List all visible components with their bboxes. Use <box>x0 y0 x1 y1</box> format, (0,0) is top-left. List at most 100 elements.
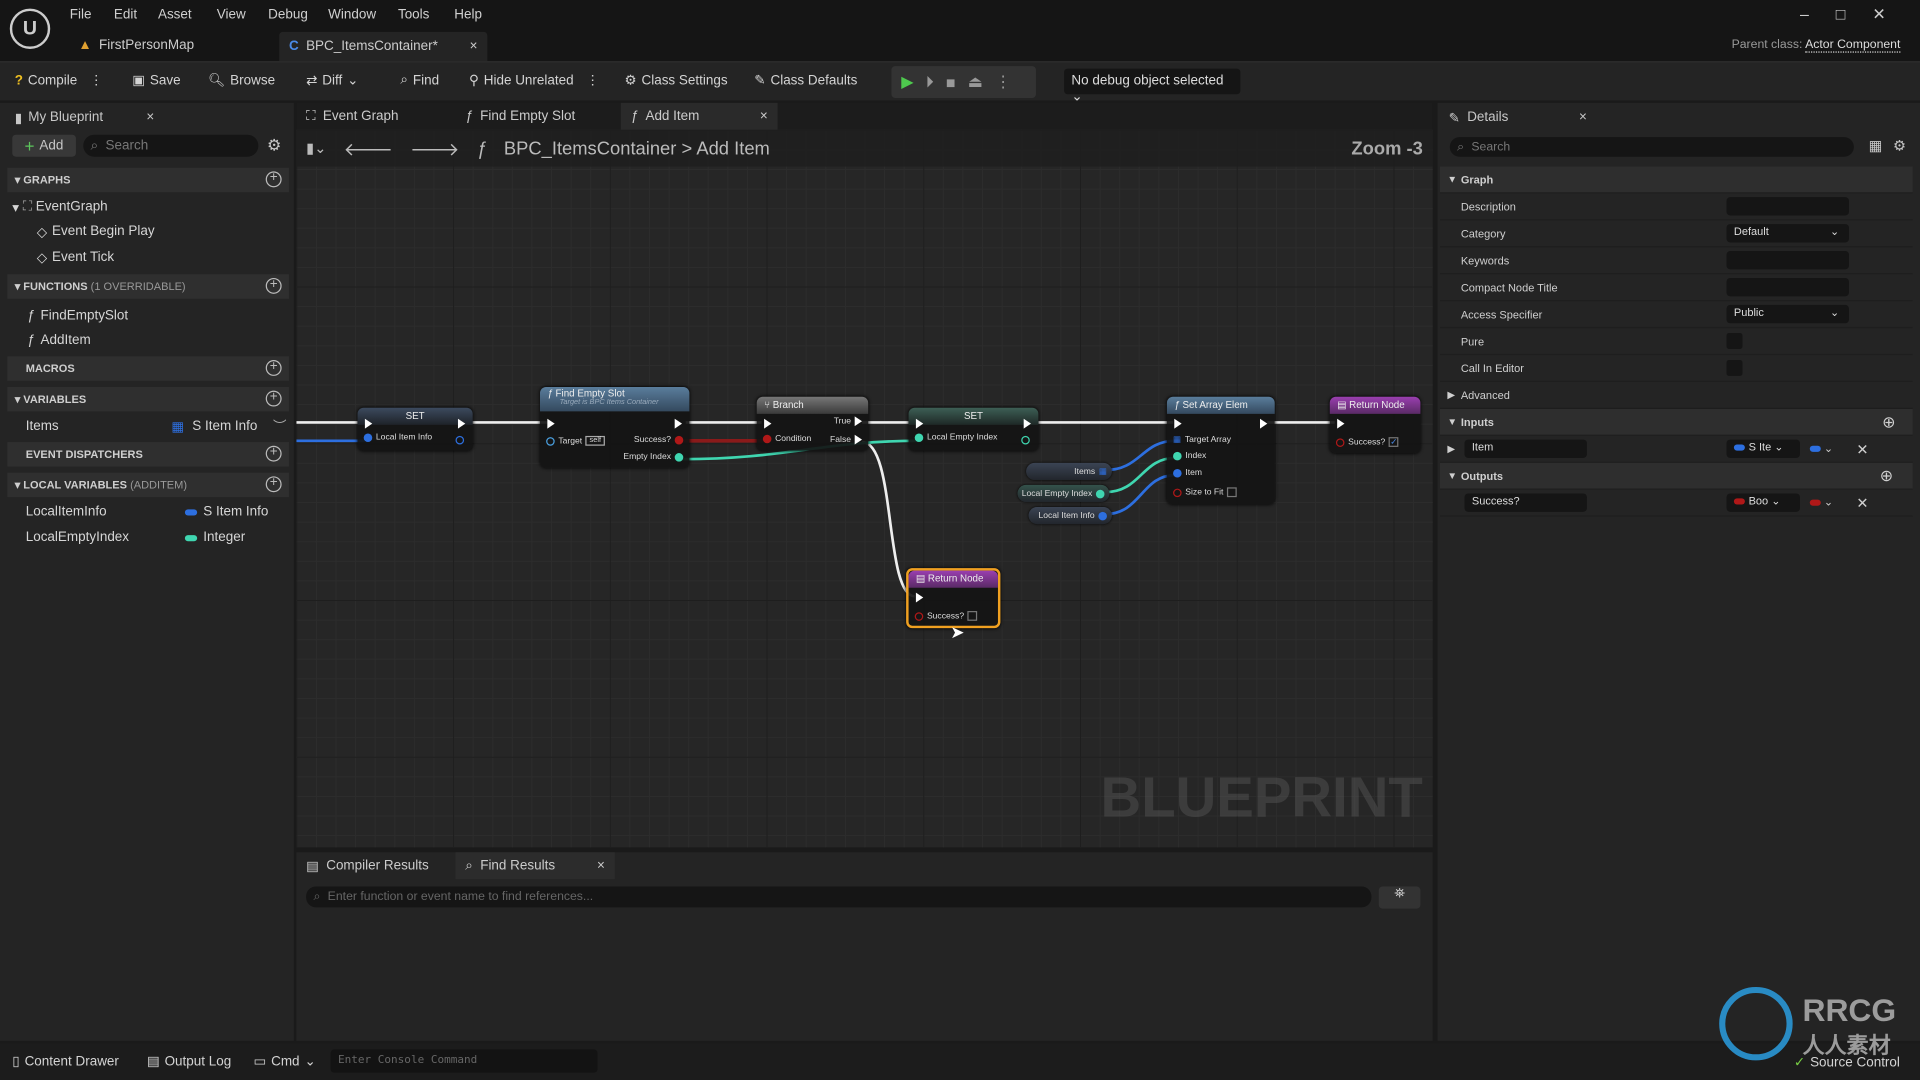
maximize-icon[interactable]: □ <box>1836 5 1873 23</box>
tab-compiler-results[interactable]: ▤ Compiler Results <box>296 852 438 879</box>
menu-edit[interactable]: Edit <box>114 7 137 22</box>
get-local-empty-index-node[interactable]: Local Empty Index <box>1017 484 1110 503</box>
menu-asset[interactable]: Asset <box>158 7 192 22</box>
tab-find-empty-slot[interactable]: ƒ Find Empty Slot <box>456 103 586 130</box>
pin-empty-index[interactable]: Empty Index <box>623 453 684 462</box>
local-variable-localiteminfo[interactable]: LocalItemInfo S Item Info <box>7 500 289 524</box>
int-pin-icon[interactable] <box>1095 489 1105 498</box>
set-node-local-item-info[interactable]: SET Local Item Info <box>357 407 473 451</box>
input-name-field[interactable]: Item <box>1464 439 1587 458</box>
more-icon[interactable]: ⋮ <box>586 72 599 88</box>
expand-arrow-icon[interactable]: ▶ <box>1447 443 1455 454</box>
pin-local-item-info[interactable]: Local Item Info <box>363 433 432 443</box>
add-macro-icon[interactable]: + <box>265 359 282 376</box>
cmd-select[interactable]: ▭ Cmd ⌄ <box>253 1053 315 1069</box>
close-icon[interactable]: × <box>146 110 154 125</box>
exec-out-pin[interactable] <box>457 418 466 429</box>
hide-unrelated-button[interactable]: ⚲ Hide Unrelated ⋮ <box>469 72 599 88</box>
output-type-select[interactable]: Boo ⌄ <box>1726 493 1801 512</box>
menu-tools[interactable]: Tools <box>398 7 429 22</box>
get-items-node[interactable]: Items ▦ <box>1026 462 1112 481</box>
struct-out-pin[interactable] <box>455 435 465 445</box>
set-array-elem-node[interactable]: ƒ Set Array Elem ▦ Target Array Index Ite… <box>1166 396 1275 505</box>
pin-target[interactable]: Target self <box>546 435 605 446</box>
description-input[interactable] <box>1726 197 1849 216</box>
menu-view[interactable]: View <box>217 7 246 22</box>
close-window-icon[interactable]: ✕ <box>1872 5 1912 23</box>
remove-input-icon[interactable]: ✕ <box>1856 440 1868 457</box>
close-icon[interactable]: × <box>760 109 768 124</box>
function-item-additem[interactable]: ƒ AddItem <box>7 328 289 352</box>
compact-title-input[interactable] <box>1726 277 1849 297</box>
exec-in-pin[interactable] <box>547 418 555 429</box>
tree-item-eventgraph[interactable]: ▾ ⛶ EventGraph <box>7 195 289 219</box>
eject-icon[interactable]: ⏏ <box>968 72 983 92</box>
chevron-down-icon[interactable]: ⌄ <box>1830 225 1839 238</box>
branch-node[interactable]: ⑂ Branch True Condition False <box>756 396 869 451</box>
category-combo[interactable]: Default ⌄ <box>1726 224 1849 243</box>
more-icon[interactable]: ⋮ <box>90 72 103 88</box>
pin-size-to-fit[interactable]: Size to Fit <box>1173 487 1237 498</box>
more-icon[interactable]: ⋮ <box>995 72 1011 92</box>
find-in-all-blueprints-button[interactable]: ⛯ <box>1378 886 1421 909</box>
pin-success[interactable]: Success? <box>914 611 978 621</box>
find-empty-slot-node[interactable]: ƒ Find Empty Slot Target is BPC Items Con… <box>540 386 690 468</box>
close-icon[interactable]: × <box>470 39 478 54</box>
exec-in-pin[interactable] <box>364 418 373 429</box>
exec-in-pin[interactable] <box>915 418 924 429</box>
details-tab[interactable]: ✎ Details × <box>1442 105 1597 130</box>
find-references-input[interactable]: ⌕ Enter function or event name to find re… <box>306 886 1372 908</box>
close-icon[interactable]: × <box>1579 110 1587 125</box>
find-button[interactable]: ⌕ Find <box>400 72 439 88</box>
stop-icon[interactable]: ■ <box>946 73 956 91</box>
menu-window[interactable]: Window <box>328 7 376 22</box>
pin-local-empty-index[interactable]: Local Empty Index <box>914 433 997 443</box>
input-type-select[interactable]: S Ite ⌄ <box>1726 439 1801 458</box>
content-drawer-button[interactable]: ▯ Content Drawer <box>12 1053 119 1069</box>
container-type-select[interactable]: ⌄ <box>1809 496 1833 509</box>
console-command-input[interactable]: Enter Console Command <box>330 1049 598 1073</box>
details-section-outputs[interactable]: ▼ Outputs ⊕ <box>1440 462 1913 490</box>
details-search-input[interactable]: ⌕ Search <box>1449 137 1854 157</box>
output-log-button[interactable]: ▤ Output Log <box>147 1053 231 1069</box>
exec-out-pin[interactable] <box>674 418 683 429</box>
settings-gear-icon[interactable]: ⚙ <box>1893 137 1906 154</box>
checkbox[interactable] <box>1227 487 1237 498</box>
exec-in-pin[interactable] <box>1174 418 1182 429</box>
call-in-editor-checkbox[interactable] <box>1726 360 1743 376</box>
class-settings-button[interactable]: ⚙ Class Settings <box>624 72 727 88</box>
variable-item-items[interactable]: Items ▦ S Item Info ︶ <box>7 414 289 438</box>
return-node-failure-selected[interactable]: ▤ Return Node Success? <box>906 568 1001 629</box>
exec-out-pin[interactable] <box>1260 418 1268 429</box>
menu-file[interactable]: File <box>70 7 92 22</box>
search-input[interactable]: ⌕ Search <box>83 134 259 157</box>
tree-item-event-tick[interactable]: ◇ Event Tick <box>7 245 289 269</box>
local-variable-localemptyindex[interactable]: LocalEmptyIndex Integer <box>7 525 289 549</box>
doc-tab-firstpersonmap[interactable]: ▲ FirstPersonMap <box>69 32 204 59</box>
close-icon[interactable]: × <box>597 858 605 873</box>
diff-button[interactable]: ⇄ Diff ⌄ <box>306 72 358 88</box>
add-input-icon[interactable]: ⊕ <box>1882 412 1895 432</box>
section-graphs[interactable]: ▾ GRAPHS + <box>7 167 289 193</box>
get-local-item-info-node[interactable]: Local Item Info <box>1028 506 1112 525</box>
table-view-icon[interactable]: ▦ <box>1869 137 1883 154</box>
add-graph-icon[interactable]: + <box>265 171 282 188</box>
add-local-variable-icon[interactable]: + <box>265 476 282 493</box>
section-local-variables[interactable]: ▾ LOCAL VARIABLES (ADDITEM) + <box>7 472 289 498</box>
menu-help[interactable]: Help <box>454 7 482 22</box>
add-function-icon[interactable]: + <box>265 277 282 294</box>
debug-object-select[interactable]: No debug object selected ⌄ <box>1064 68 1241 104</box>
compile-button[interactable]: ? Compile ⋮ <box>15 72 103 88</box>
tree-item-event-begin-play[interactable]: ◇ Event Begin Play <box>7 219 289 243</box>
minimize-icon[interactable]: – <box>1800 5 1836 23</box>
menu-debug[interactable]: Debug <box>268 7 308 22</box>
pure-checkbox[interactable] <box>1726 333 1743 349</box>
section-macros[interactable]: MACROS + <box>7 356 289 381</box>
add-dispatcher-icon[interactable]: + <box>265 445 282 462</box>
class-defaults-button[interactable]: ✎ Class Defaults <box>754 72 857 88</box>
add-variable-icon[interactable]: + <box>265 390 282 407</box>
unreal-logo[interactable]: U <box>9 8 51 49</box>
exec-in-pin[interactable] <box>764 418 772 429</box>
doc-tab-bpc-itemscontainer[interactable]: C BPC_ItemsContainer* × <box>279 31 488 62</box>
blueprint-graph-canvas[interactable]: ▮⌄ 🡐 🡒 ƒ BPC_ItemsContainer > Add Item Z… <box>296 129 1433 848</box>
